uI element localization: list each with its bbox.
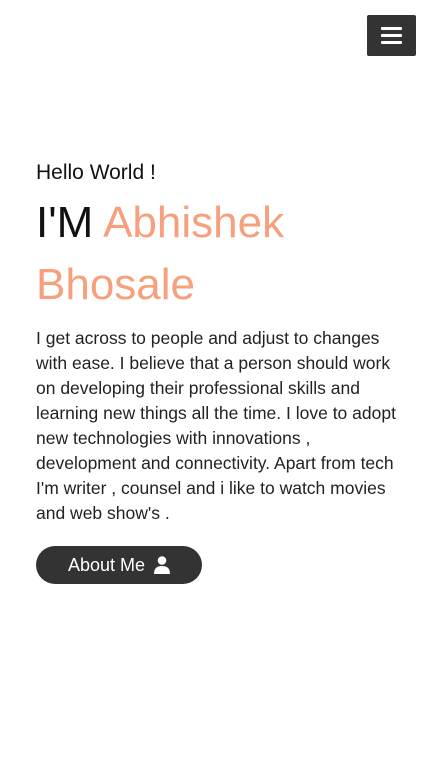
greeting-text: Hello World ! [36,161,156,184]
last-name: Bhosale [36,260,196,309]
bio-paragraph: I get across to people and adjust to cha… [36,328,396,523]
user-icon [154,556,171,574]
menu-toggle-button[interactable] [367,15,416,56]
first-name: Abhishek [103,198,285,247]
name-heading: I'M Abhishek Bhosale [36,192,398,316]
hero-section: Hello World ! I'M Abhishek Bhosale I get… [36,160,398,584]
name-prefix: I'M [36,198,94,247]
hamburger-menu-icon [381,27,402,44]
about-me-button[interactable]: About Me [36,546,202,584]
about-me-label: About Me [67,554,146,575]
